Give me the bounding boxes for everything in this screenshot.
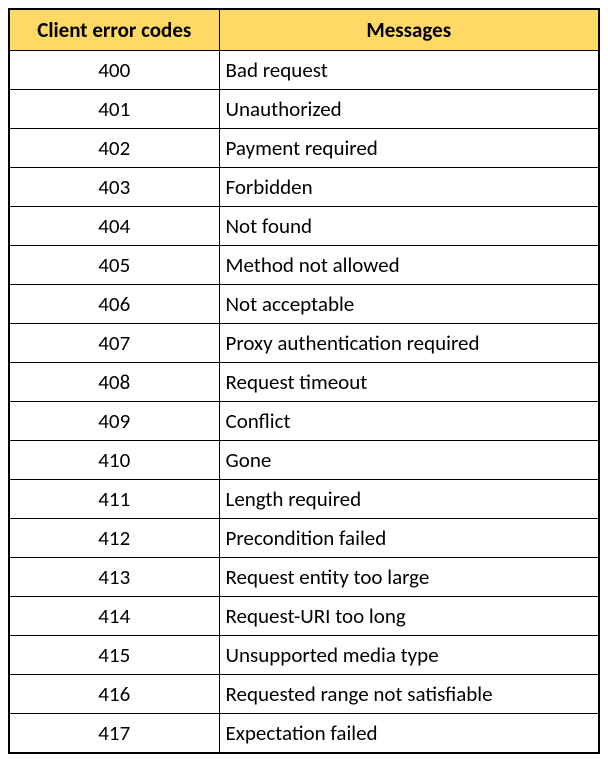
table-row: 417Expectation failed [9, 714, 599, 754]
error-message-cell: Gone [219, 441, 599, 480]
error-code-cell: 405 [9, 246, 219, 285]
error-message-cell: Precondition failed [219, 519, 599, 558]
error-message-cell: Method not allowed [219, 246, 599, 285]
error-code-cell: 409 [9, 402, 219, 441]
error-codes-table: Client error codes Messages 400Bad reque… [8, 8, 600, 754]
error-code-cell: 410 [9, 441, 219, 480]
header-messages: Messages [219, 9, 599, 51]
table-row: 409Conflict [9, 402, 599, 441]
error-message-cell: Request-URI too long [219, 597, 599, 636]
error-code-cell: 400 [9, 51, 219, 90]
error-code-cell: 417 [9, 714, 219, 754]
table-row: 415Unsupported media type [9, 636, 599, 675]
table-row: 408Request timeout [9, 363, 599, 402]
error-message-cell: Unauthorized [219, 90, 599, 129]
error-code-cell: 407 [9, 324, 219, 363]
error-message-cell: Unsupported media type [219, 636, 599, 675]
error-code-cell: 401 [9, 90, 219, 129]
error-message-cell: Not acceptable [219, 285, 599, 324]
table-row: 402Payment required [9, 129, 599, 168]
table-row: 410Gone [9, 441, 599, 480]
error-message-cell: Proxy authentication required [219, 324, 599, 363]
error-code-cell: 414 [9, 597, 219, 636]
error-message-cell: Bad request [219, 51, 599, 90]
table-row: 413Request entity too large [9, 558, 599, 597]
error-code-cell: 413 [9, 558, 219, 597]
table-row: 405Method not allowed [9, 246, 599, 285]
header-error-codes: Client error codes [9, 9, 219, 51]
error-code-cell: 408 [9, 363, 219, 402]
error-codes-table-container: Client error codes Messages 400Bad reque… [8, 8, 600, 754]
table-header-row: Client error codes Messages [9, 9, 599, 51]
error-message-cell: Forbidden [219, 168, 599, 207]
table-row: 400Bad request [9, 51, 599, 90]
error-code-cell: 412 [9, 519, 219, 558]
error-code-cell: 402 [9, 129, 219, 168]
table-row: 404Not found [9, 207, 599, 246]
error-code-cell: 411 [9, 480, 219, 519]
error-code-cell: 415 [9, 636, 219, 675]
error-message-cell: Length required [219, 480, 599, 519]
table-row: 412Precondition failed [9, 519, 599, 558]
table-row: 416Requested range not satisfiable [9, 675, 599, 714]
error-message-cell: Not found [219, 207, 599, 246]
error-code-cell: 403 [9, 168, 219, 207]
table-row: 414Request-URI too long [9, 597, 599, 636]
error-message-cell: Expectation failed [219, 714, 599, 754]
error-code-cell: 416 [9, 675, 219, 714]
error-message-cell: Conflict [219, 402, 599, 441]
error-message-cell: Requested range not satisfiable [219, 675, 599, 714]
table-row: 401Unauthorized [9, 90, 599, 129]
table-row: 411Length required [9, 480, 599, 519]
error-message-cell: Request entity too large [219, 558, 599, 597]
error-message-cell: Request timeout [219, 363, 599, 402]
table-row: 403Forbidden [9, 168, 599, 207]
table-row: 407Proxy authentication required [9, 324, 599, 363]
error-message-cell: Payment required [219, 129, 599, 168]
table-row: 406Not acceptable [9, 285, 599, 324]
error-code-cell: 406 [9, 285, 219, 324]
error-code-cell: 404 [9, 207, 219, 246]
